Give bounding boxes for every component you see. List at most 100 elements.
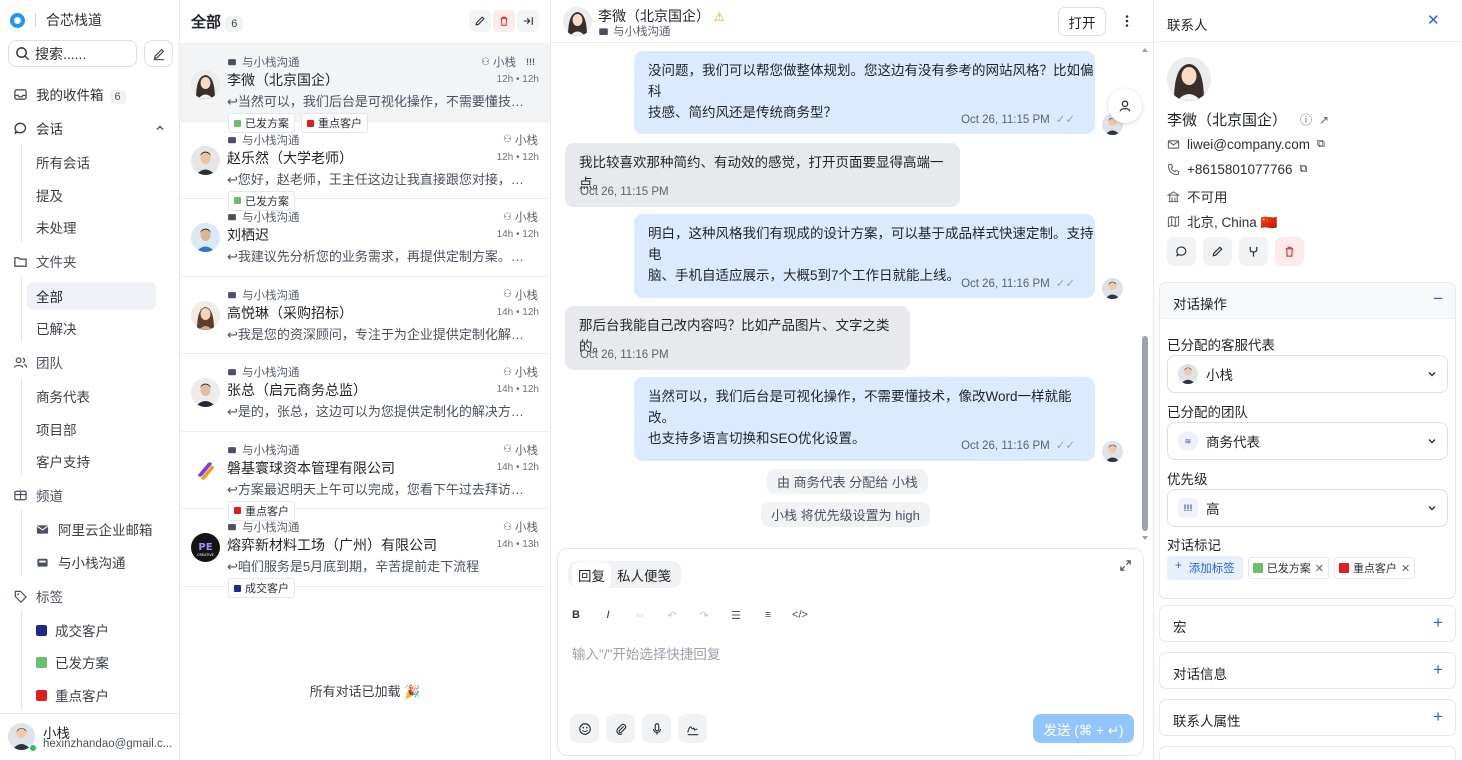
voice-button[interactable]: [642, 714, 671, 743]
nav-label: 标签: [36, 590, 63, 605]
expand-plus-icon[interactable]: +: [1433, 660, 1443, 680]
agent-select[interactable]: 小栈: [1167, 355, 1448, 393]
macros-panel[interactable]: 宏 +: [1159, 605, 1456, 642]
team-select[interactable]: ≋ 商务代表: [1167, 422, 1448, 460]
nav-channels[interactable]: 频道: [0, 481, 180, 509]
remove-icon[interactable]: ✕: [1315, 562, 1324, 575]
compose-button[interactable]: [144, 40, 173, 67]
nav-label-deal[interactable]: 成交客户: [36, 616, 165, 644]
nav-folders[interactable]: 文件夹: [0, 247, 180, 275]
edit-button[interactable]: [469, 10, 491, 32]
expand-icon[interactable]: [1119, 559, 1132, 572]
italic-icon[interactable]: I: [592, 609, 624, 622]
delete-contact-button[interactable]: [1275, 237, 1304, 266]
emoji-button[interactable]: [570, 714, 599, 743]
close-icon[interactable]: ✕: [1427, 11, 1440, 29]
nav-channel-email[interactable]: 阿里云企业邮箱: [36, 515, 165, 543]
nav-conversations[interactable]: 会话: [0, 114, 180, 142]
send-button[interactable]: 发送 (⌘ + ↵): [1033, 714, 1134, 743]
external-link-icon[interactable]: ↗: [1319, 113, 1329, 127]
nav-my-inbox[interactable]: 我的收件箱 6: [0, 80, 180, 108]
conversation-inbox-text: 与小栈沟通: [242, 522, 300, 534]
conversation-info-panel[interactable]: 对话信息 +: [1159, 652, 1456, 689]
message-input[interactable]: 输入"/"开始选择快捷回复: [572, 643, 720, 663]
conversation-time: 12h • 12h: [496, 74, 539, 85]
info-icon[interactable]: ⓘ: [1300, 111, 1312, 128]
nav-team-projects[interactable]: 项目部: [36, 415, 165, 443]
warning-icon: ⚠: [713, 10, 725, 24]
nav-labels[interactable]: 标签: [0, 582, 180, 610]
delete-button[interactable]: [493, 10, 515, 32]
conversation-name: 张总（启元商务总监）: [227, 382, 367, 398]
nav-label: 与小栈沟通: [58, 556, 126, 571]
link-icon[interactable]: ⇔: [624, 609, 656, 622]
add-label-button[interactable]: + 添加标签: [1167, 556, 1243, 580]
label-chip: 成交客户: [228, 578, 295, 598]
conversation-item[interactable]: 与小栈沟通 ⚇ 小栈 刘栖迟 14h • 12h ↩我建议先分析您的业务需求，再提供定制方…: [180, 199, 550, 277]
nav-team-support[interactable]: 客户支持: [36, 447, 165, 475]
read-check-icon: ✓✓: [1055, 440, 1075, 452]
bold-icon[interactable]: B: [560, 609, 592, 622]
numbered-list-icon[interactable]: ≡: [752, 609, 784, 622]
contact-avatar: [191, 223, 220, 252]
message-time: Oct 26, 11:16 PM: [961, 278, 1050, 290]
conversation-name: 磐基寰球资本管理有限公司: [227, 459, 395, 476]
remove-icon[interactable]: ✕: [1401, 562, 1410, 575]
new-message-button[interactable]: [1167, 237, 1196, 266]
label-color-swatch: [1338, 563, 1349, 573]
expand-plus-icon[interactable]: +: [1433, 707, 1443, 727]
nav-folder-all[interactable]: 全部: [27, 282, 156, 310]
conversation-item[interactable]: 与小栈沟通 ⚇ 小栈 高悦琳（采购招标） 14h • 12h ↩我是您的资深顾问，专注于为…: [180, 277, 550, 354]
nav-label-key-client[interactable]: 重点客户: [36, 681, 165, 709]
code-icon[interactable]: </>: [784, 609, 816, 622]
conversation-item[interactable]: 与小栈沟通 ⚇ 小栈 赵乐然（大学老师） 12h • 12h ↩您好，赵老师，王主任这边让…: [180, 122, 550, 211]
undo-icon[interactable]: ↶: [656, 609, 688, 622]
bullet-list-icon[interactable]: ☰: [720, 609, 752, 622]
redo-icon[interactable]: ↷: [688, 609, 720, 622]
priority-select[interactable]: !!! 高: [1167, 489, 1448, 527]
inbox-small-icon: [228, 446, 236, 453]
copy-icon[interactable]: ⧉: [1300, 163, 1308, 176]
panel-header[interactable]: 对话操作 −: [1160, 283, 1455, 319]
current-user[interactable]: 小栈 hexinzhandao@gmail.c...: [0, 713, 180, 760]
open-button[interactable]: 打开: [1058, 7, 1106, 36]
contact-phone[interactable]: +8615801077766: [1187, 162, 1293, 177]
tab-private-note[interactable]: 私人便笺: [611, 562, 677, 588]
contact-avatar: [191, 145, 220, 175]
chevron-up-icon[interactable]: [155, 123, 165, 133]
conversation-item[interactable]: 与小栈沟通 ⚇ 小栈 张总（启元商务总监） 14h • 12h ↩是的，张总，这边可以为您…: [180, 354, 550, 432]
copy-icon[interactable]: ⧉: [1317, 138, 1325, 151]
label-color-swatch: [36, 689, 47, 701]
tab-reply[interactable]: 回复: [572, 561, 611, 588]
conversation-assignee: ⚇ 小栈: [503, 519, 538, 535]
nav-mentions[interactable]: 提及: [36, 181, 165, 209]
nav-teams[interactable]: 团队: [0, 348, 180, 376]
nav-all-conversations[interactable]: 所有会话: [36, 148, 165, 176]
more-vertical-icon[interactable]: [1119, 13, 1135, 29]
contact-email[interactable]: liwei@company.com: [1187, 137, 1310, 152]
nav-unattended[interactable]: 未处理: [36, 213, 165, 241]
signature-button[interactable]: [678, 714, 707, 743]
merge-contact-button[interactable]: [1239, 237, 1268, 266]
nav-channel-chat[interactable]: 与小栈沟通: [36, 548, 165, 576]
conversation-assignee: ⚇ 小栈: [503, 364, 538, 380]
contact-attributes-panel[interactable]: 联系人属性 +: [1159, 699, 1456, 736]
contact-profile-button[interactable]: [1108, 89, 1142, 123]
expand-plus-icon[interactable]: +: [1433, 613, 1443, 633]
conversation-item[interactable]: 与小栈沟通 ⚇ 小栈!!! 李微（北京国企） 12h • 12h ↩当然可以，我们后台是可…: [180, 44, 550, 133]
collapse-icon[interactable]: −: [1433, 289, 1443, 309]
edit-contact-button[interactable]: [1203, 237, 1232, 266]
nav-label-proposal[interactable]: 已发方案: [36, 648, 165, 676]
conversation-name: 熔弈新材料工场（广州）有限公司: [227, 537, 437, 553]
conversation-last-message: ↩咱们服务是5月底到期，辛苦提前走下流程: [227, 559, 480, 574]
attach-button[interactable]: [606, 714, 635, 743]
nav-team-sales[interactable]: 商务代表: [36, 382, 165, 410]
scrollbar[interactable]: [1140, 44, 1150, 544]
inbox-small-icon: [228, 136, 236, 143]
search-input[interactable]: 搜索......: [8, 40, 137, 67]
nav-folder-resolved[interactable]: 已解决: [36, 314, 165, 342]
conversation-item[interactable]: 与小栈沟通 ⚇ 小栈 磐基寰球资本管理有限公司 14h • 12h ↩方案最迟明天上午可以…: [180, 432, 550, 521]
conversation-item[interactable]: PE CREATIVE 与小栈沟通 ⚇ 小栈 熔弈新材料工场（广州）有限公司 14h • 1…: [180, 509, 550, 598]
label-color-swatch: [1252, 563, 1263, 573]
collapse-button[interactable]: [517, 10, 539, 32]
